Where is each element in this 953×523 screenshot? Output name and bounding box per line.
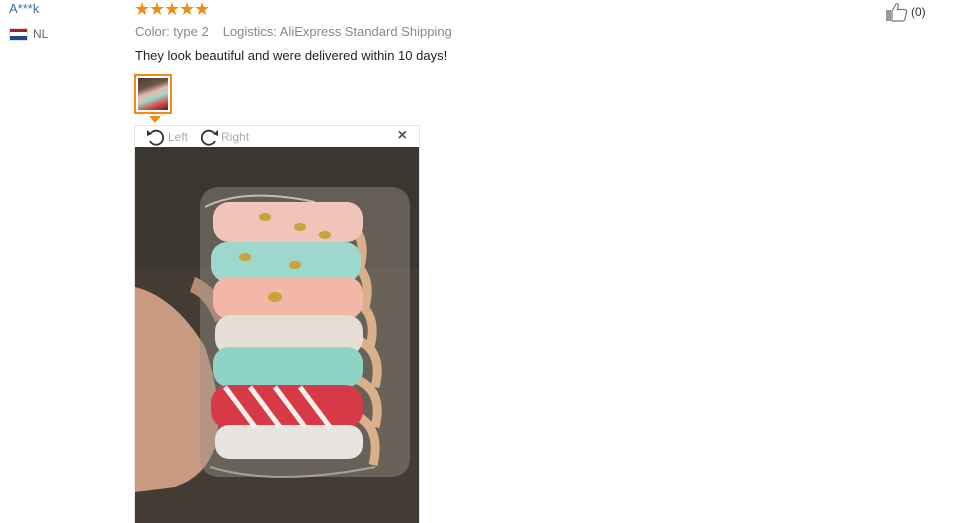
rotate-right-button[interactable]: Right <box>198 127 249 147</box>
review-photo <box>135 147 419 523</box>
reviewer-name: A***k <box>9 1 40 16</box>
photo-viewer: Left Right × <box>134 125 420 523</box>
star-rating: ★ ★ ★ ★ ★ <box>134 0 211 19</box>
thumbs-up-icon <box>886 3 908 22</box>
star-icon: ★ <box>149 0 166 19</box>
star-icon: ★ <box>164 0 181 19</box>
reviewer-country: NL <box>9 27 48 41</box>
close-icon[interactable]: × <box>398 128 407 144</box>
rotate-left-icon <box>147 129 165 146</box>
viewer-toolbar: Left Right × <box>135 126 419 147</box>
headbands-photo-illustration <box>135 147 419 523</box>
rotate-right-label: Right <box>221 129 250 144</box>
review-meta: Color: type 2 Logistics: AliExpress Stan… <box>135 24 452 39</box>
star-icon: ★ <box>194 0 211 19</box>
rotate-left-label: Left <box>168 129 189 144</box>
thumbnail-pointer <box>149 116 161 123</box>
star-icon: ★ <box>179 0 196 19</box>
color-variant: Color: type 2 <box>135 24 209 39</box>
country-code: NL <box>33 27 49 41</box>
review-photo-thumbnail[interactable] <box>134 74 172 114</box>
star-icon: ★ <box>134 0 151 19</box>
review-text: They look beautiful and were delivered w… <box>135 48 448 63</box>
rotate-left-button[interactable]: Left <box>145 127 188 147</box>
like-count: (0) <box>911 5 926 19</box>
rotate-right-icon <box>200 129 219 146</box>
thumbnail-image <box>138 78 168 110</box>
netherlands-flag-icon <box>9 27 28 41</box>
like-button[interactable]: (0) <box>885 2 926 22</box>
logistics-info: Logistics: AliExpress Standard Shipping <box>222 24 452 39</box>
